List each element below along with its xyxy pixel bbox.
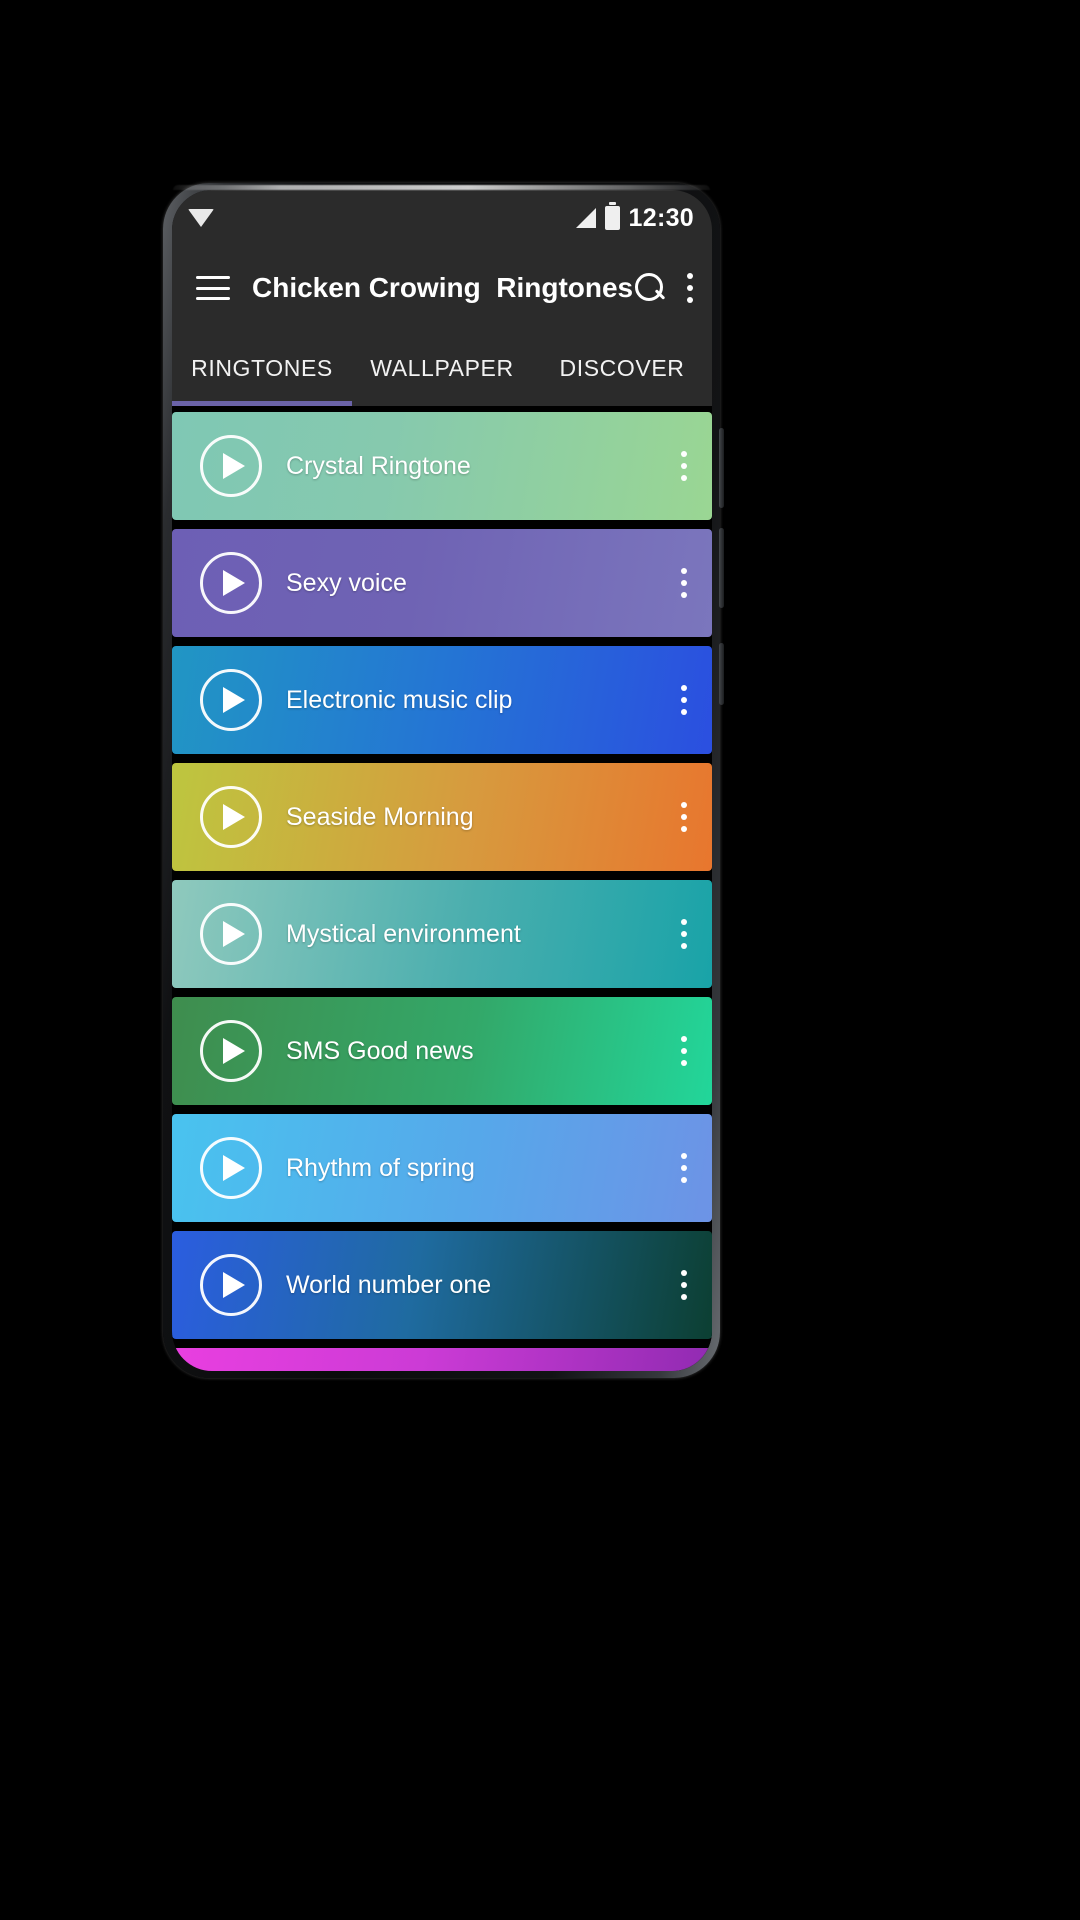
more-vertical-icon[interactable]: [680, 685, 688, 715]
play-icon[interactable]: [200, 552, 262, 614]
tab-wallpaper[interactable]: WALLPAPER: [352, 355, 532, 382]
more-vertical-icon[interactable]: [680, 1153, 688, 1183]
tab-bar: RINGTONES WALLPAPER DISCOVER: [172, 330, 712, 406]
ringtone-row[interactable]: Crystal Ringtone: [172, 412, 712, 520]
play-triangle: [223, 453, 245, 479]
play-triangle: [223, 687, 245, 713]
play-triangle: [223, 921, 245, 947]
ringtone-row[interactable]: Popular pop music: [172, 1348, 712, 1371]
ringtone-list[interactable]: Crystal Ringtone Sexy voice Electronic mus…: [172, 406, 712, 1371]
wifi-icon: [188, 209, 214, 227]
ringtone-title: Seaside Morning: [286, 802, 474, 831]
more-vertical-icon[interactable]: [680, 919, 688, 949]
hamburger-menu-icon[interactable]: [196, 276, 230, 300]
play-icon[interactable]: [200, 435, 262, 497]
more-vertical-icon[interactable]: [680, 1270, 688, 1300]
ringtone-title: World number one: [286, 1270, 492, 1299]
ringtone-row[interactable]: Rhythm of spring: [172, 1114, 712, 1222]
more-vertical-icon[interactable]: [686, 273, 694, 303]
play-icon[interactable]: [200, 1254, 262, 1316]
play-icon[interactable]: [200, 903, 262, 965]
screenshot-canvas: 12:30 Chicken Crowing Ringtones RINGTONE…: [0, 0, 1080, 1920]
play-icon[interactable]: [200, 669, 262, 731]
ringtone-row[interactable]: Electronic music clip: [172, 646, 712, 754]
ringtone-title: SMS Good news: [286, 1036, 474, 1065]
more-vertical-icon[interactable]: [680, 802, 688, 832]
more-vertical-icon[interactable]: [680, 1036, 688, 1066]
status-bar-left: [188, 209, 214, 227]
ringtone-title: Mystical environment: [286, 919, 521, 948]
more-vertical-icon[interactable]: [680, 568, 688, 598]
status-clock: 12:30: [628, 203, 694, 232]
tab-discover[interactable]: DISCOVER: [532, 355, 712, 382]
ringtone-row[interactable]: Sexy voice: [172, 529, 712, 637]
status-bar: 12:30: [172, 190, 712, 246]
power-button[interactable]: [719, 643, 724, 705]
app-bar: Chicken Crowing Ringtones: [172, 246, 712, 330]
ringtone-title: Electronic music clip: [286, 685, 513, 714]
volume-down-button[interactable]: [719, 528, 724, 608]
battery-icon: [604, 202, 620, 230]
phone-screen: 12:30 Chicken Crowing Ringtones RINGTONE…: [172, 190, 712, 1371]
ringtone-title: Rhythm of spring: [286, 1153, 475, 1182]
play-triangle: [223, 1272, 245, 1298]
page-title: Chicken Crowing Ringtones: [252, 272, 634, 303]
search-icon[interactable]: [634, 272, 666, 304]
volume-up-button[interactable]: [719, 428, 724, 508]
play-icon[interactable]: [200, 1137, 262, 1199]
ringtone-title: Crystal Ringtone: [286, 451, 471, 480]
phone-device-frame: 12:30 Chicken Crowing Ringtones RINGTONE…: [163, 183, 724, 1378]
status-bar-right: 12:30: [575, 202, 694, 233]
ringtone-row[interactable]: SMS Good news: [172, 997, 712, 1105]
app-bar-actions: [634, 272, 694, 304]
tab-active-indicator: [172, 401, 352, 406]
ringtone-row[interactable]: Seaside Morning: [172, 763, 712, 871]
play-icon[interactable]: [200, 1020, 262, 1082]
play-icon[interactable]: [200, 786, 262, 848]
signal-icon: [575, 208, 596, 228]
play-triangle: [223, 570, 245, 596]
play-triangle: [223, 804, 245, 830]
ringtone-title: Sexy voice: [286, 568, 407, 597]
tab-ringtones[interactable]: RINGTONES: [172, 355, 352, 382]
more-vertical-icon[interactable]: [680, 451, 688, 481]
ringtone-row[interactable]: Mystical environment: [172, 880, 712, 988]
play-triangle: [223, 1155, 245, 1181]
play-triangle: [223, 1038, 245, 1064]
ringtone-row[interactable]: World number one: [172, 1231, 712, 1339]
